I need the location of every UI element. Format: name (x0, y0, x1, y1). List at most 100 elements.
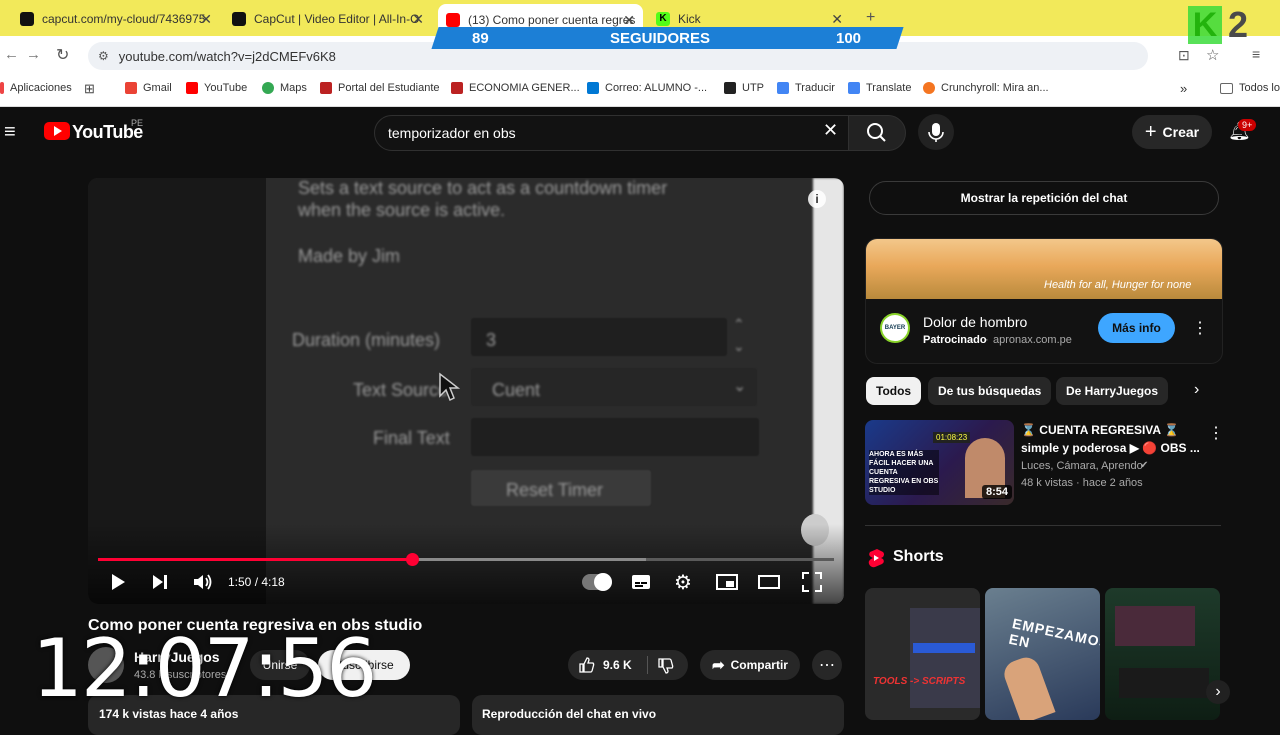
miniplayer-icon[interactable] (715, 572, 739, 592)
like-count: 9.6 K (603, 658, 632, 672)
search-input[interactable]: temporizador en obs (374, 115, 850, 151)
ad-slogan: Health for all, Hunger for none (1044, 279, 1192, 291)
rec-title-line2[interactable]: simple y poderosa ▶ 🔴 OBS ... (1021, 441, 1201, 455)
settings-gear-icon[interactable]: ⚙ (674, 570, 692, 595)
notification-badge: 9+ (1238, 119, 1257, 131)
bookmark-star-icon[interactable]: ☆ (1206, 46, 1219, 64)
shorts-next-icon[interactable]: › (1206, 680, 1230, 704)
ad-menu-icon[interactable]: ⋮ (1192, 318, 1208, 338)
video-buffer-bar (412, 558, 646, 561)
bookmark-youtube[interactable]: YouTube (186, 82, 247, 94)
video-text-line2: when the source is active. (298, 200, 506, 220)
short1-menu-panel (910, 608, 980, 708)
thumbnail-text: AHORA ES MÁS FÁCIL HACER UNA CUENTA REGR… (869, 450, 939, 495)
video-player[interactable]: Sets a text source to act as a countdown… (88, 178, 844, 604)
fullscreen-icon[interactable] (801, 571, 823, 593)
forward-icon[interactable]: → (26, 46, 41, 63)
chat-replay-title: Reproducción del chat en vivo (482, 707, 657, 721)
short-item-2[interactable]: EMPEZAMOS EN (985, 588, 1100, 720)
rec-channel[interactable]: Luces, Cámara, Aprendo (1021, 460, 1143, 472)
chip-from-searches[interactable]: De tus búsquedas (928, 377, 1052, 405)
create-button[interactable]: + Crear (1132, 115, 1212, 149)
followers-label: SEGUIDORES (610, 30, 711, 47)
overlay-number: 2 (1228, 4, 1249, 45)
new-tab-icon[interactable]: + (866, 9, 875, 27)
bookmark-crunchyroll[interactable]: Crunchyroll: Mira an... (923, 82, 1049, 94)
capcut-icon (232, 12, 246, 26)
subtitles-icon[interactable] (630, 572, 652, 592)
bookmark-maps[interactable]: Maps (262, 82, 307, 94)
rec-title-line1[interactable]: ⌛ CUENTA REGRESIVA ⌛ (1021, 423, 1201, 437)
autoplay-knob (594, 573, 612, 591)
apps-grid-icon[interactable]: ⊞ (84, 81, 95, 97)
folder-icon (1220, 82, 1233, 94)
cursor-icon (439, 372, 460, 402)
thumbs-down-icon[interactable] (657, 657, 675, 675)
youtube-logo-icon[interactable] (44, 122, 70, 140)
youtube-icon (446, 13, 460, 27)
video-duration-badge: 8:54 (982, 485, 1013, 499)
close-tab-icon[interactable]: ✕ (831, 11, 843, 28)
chip-from-channel[interactable]: De HarryJuegos (1056, 377, 1169, 405)
video-text-source-label: Text Source (353, 380, 449, 400)
clear-search-icon[interactable]: ✕ (823, 120, 838, 141)
verified-icon: ✔ (1140, 460, 1149, 471)
next-icon[interactable] (150, 572, 170, 592)
reload-icon[interactable]: ↻ (56, 45, 69, 65)
search-button[interactable] (848, 115, 906, 151)
rec-menu-icon[interactable]: ⋮ (1208, 423, 1224, 443)
video-dropdown-icon: ⌄ (733, 378, 747, 395)
short3-panel (1119, 668, 1209, 698)
sponsored-ad-card[interactable]: Health for all, Hunger for none BAYER Do… (865, 238, 1223, 364)
bookmark-traducir[interactable]: Traducir (777, 82, 835, 94)
more-dots-icon: ⋯ (819, 657, 835, 674)
tab-capcut-cloud[interactable]: capcut.com/my-cloud/7436975 ✕ (20, 6, 220, 32)
region-code: PE (131, 118, 144, 128)
short-item-1[interactable]: TOOLS -> SCRIPTS (865, 588, 980, 720)
bookmark-apps[interactable]: Aplicaciones (0, 82, 72, 94)
bookmark-translate[interactable]: Translate (848, 82, 911, 94)
thumbs-up-icon[interactable] (578, 656, 596, 674)
bookmark-gmail[interactable]: Gmail (125, 82, 172, 94)
chat-replay-panel[interactable]: Reproducción del chat en vivo (472, 695, 844, 735)
bookmark-correo[interactable]: Correo: ALUMNO -... (587, 82, 707, 94)
search-icon (867, 123, 886, 142)
bookmark-all-folder[interactable]: Todos lo (1220, 82, 1280, 94)
bookmarks-overflow-icon[interactable]: » (1180, 81, 1187, 96)
chip-all[interactable]: Todos (866, 377, 922, 405)
short3-scene (1115, 606, 1195, 646)
short1-highlight (913, 643, 975, 653)
tab-capcut-editor[interactable]: CapCut | Video Editor | All-In-O ✕ (232, 6, 432, 32)
bookmark-economia[interactable]: ECONOMIA GENER... (451, 82, 580, 94)
share-button[interactable]: ➦ Compartir (700, 650, 800, 680)
video-text-source-value: Cuent (492, 380, 541, 400)
info-icon[interactable]: i (808, 190, 826, 208)
close-tab-icon[interactable]: ✕ (623, 12, 635, 29)
video-final-text-label: Final Text (373, 428, 450, 448)
video-scrubber-handle[interactable] (405, 553, 419, 566)
voice-search-button[interactable] (918, 114, 954, 150)
short-item-3[interactable] (1105, 588, 1220, 720)
bookmark-portal[interactable]: Portal del Estudiante (320, 82, 440, 94)
close-tab-icon[interactable]: ✕ (200, 11, 212, 28)
reading-list-icon[interactable]: ≡ (1252, 46, 1260, 62)
bayer-logo: BAYER (880, 313, 910, 343)
site-info-icon[interactable]: ⚙ (98, 49, 109, 63)
install-app-icon[interactable]: ⊡ (1178, 47, 1190, 64)
bookmark-utp[interactable]: UTP (724, 82, 764, 94)
portal-icon (451, 82, 463, 94)
play-icon[interactable] (108, 572, 128, 592)
volume-icon[interactable] (192, 572, 214, 592)
video-duration-label: Duration (minutes) (292, 330, 441, 350)
video-made-by: Made by Jim (298, 246, 401, 266)
close-tab-icon[interactable]: ✕ (412, 11, 424, 28)
theater-mode-icon[interactable] (757, 572, 781, 592)
show-chat-replay-button[interactable]: Mostrar la repetición del chat (869, 181, 1219, 215)
back-icon[interactable]: ← (4, 46, 19, 63)
more-actions-button[interactable]: ⋯ (812, 650, 842, 680)
chips-next-icon[interactable]: › (1194, 381, 1199, 399)
youtube-icon (186, 82, 198, 94)
menu-hamburger-icon[interactable]: ≡ (4, 121, 16, 144)
ad-more-info-button[interactable]: Más info (1098, 313, 1175, 343)
autoplay-toggle[interactable] (582, 573, 612, 591)
